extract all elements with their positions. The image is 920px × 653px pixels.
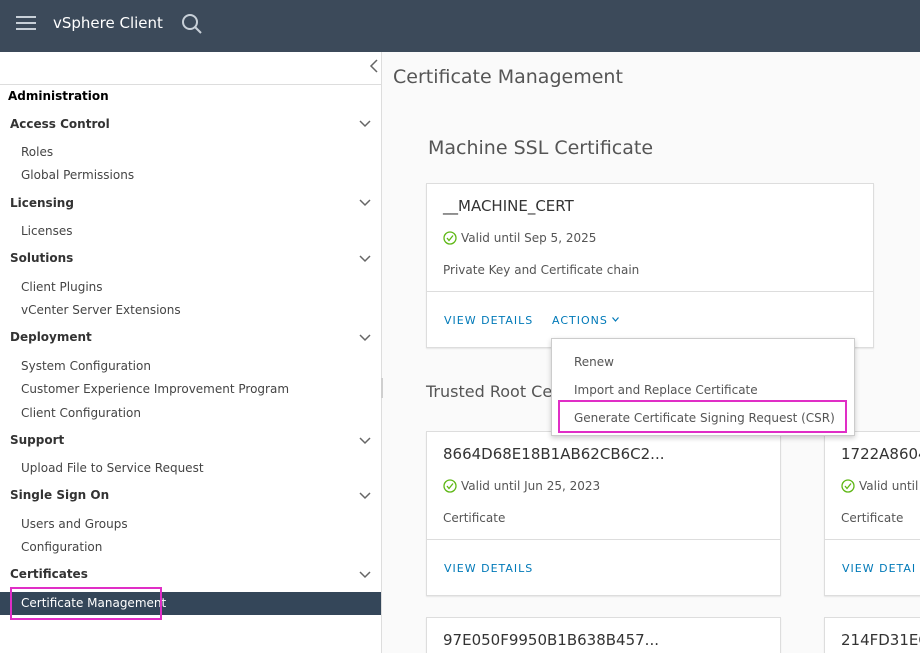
- sidebar-item-system-configuration[interactable]: System Configuration: [21, 359, 151, 373]
- sidebar-item-upload-file[interactable]: Upload File to Service Request: [21, 461, 204, 475]
- section-support[interactable]: Support: [10, 433, 64, 447]
- certificate-name: 214FD31EC: [841, 631, 920, 649]
- collapse-sidebar-icon[interactable]: [368, 58, 380, 74]
- trusted-root-card: 1722A8604 Valid until Certificate VIEW D…: [824, 431, 920, 596]
- view-details-button[interactable]: VIEW DETAI: [842, 562, 916, 575]
- actions-dropdown-menu: Renew Import and Replace Certificate Gen…: [551, 338, 855, 436]
- section-title-machine-ssl: Machine SSL Certificate: [428, 137, 654, 159]
- certificate-name: 1722A8604: [841, 445, 920, 463]
- sidebar-item-vcenter-extensions[interactable]: vCenter Server Extensions: [21, 303, 181, 317]
- section-single-sign-on[interactable]: Single Sign On: [10, 488, 109, 502]
- chevron-down-icon[interactable]: [359, 492, 371, 500]
- search-icon[interactable]: [181, 13, 203, 35]
- menu-icon[interactable]: [16, 15, 36, 33]
- actions-button[interactable]: ACTIONS: [552, 314, 620, 327]
- page-title: Certificate Management: [393, 66, 623, 88]
- sidebar-item-licenses[interactable]: Licenses: [21, 224, 73, 238]
- trusted-root-card: 8664D68E18B1AB62CB6C2... Valid until Jun…: [426, 431, 781, 596]
- top-header: vSphere Client: [0, 0, 920, 52]
- sidebar-item-users-groups[interactable]: Users and Groups: [21, 517, 128, 531]
- section-certificates[interactable]: Certificates: [10, 567, 88, 581]
- chevron-down-icon[interactable]: [359, 120, 371, 128]
- resize-handle[interactable]: [381, 378, 383, 398]
- validity-text: Valid until Jun 25, 2023: [461, 479, 601, 493]
- sidebar-item-ceip[interactable]: Customer Experience Improvement Program: [21, 382, 289, 396]
- menu-item-renew[interactable]: Renew: [574, 355, 614, 369]
- validity-text: Valid until: [859, 479, 919, 493]
- check-circle-icon: [443, 231, 457, 245]
- validity-status: Valid until: [841, 479, 918, 493]
- menu-item-import-replace[interactable]: Import and Replace Certificate: [574, 383, 758, 397]
- view-details-button[interactable]: VIEW DETAILS: [444, 314, 533, 327]
- card-divider: [427, 291, 873, 292]
- chevron-down-icon[interactable]: [359, 199, 371, 207]
- validity-status: Valid until Sep 5, 2025: [443, 231, 596, 245]
- sidebar-item-label: Certificate Management: [21, 596, 167, 610]
- section-access-control[interactable]: Access Control: [10, 117, 110, 131]
- section-deployment[interactable]: Deployment: [10, 330, 92, 344]
- sidebar-item-roles[interactable]: Roles: [21, 145, 53, 159]
- certificate-description: Certificate: [443, 511, 506, 525]
- check-circle-icon: [443, 479, 457, 493]
- section-solutions[interactable]: Solutions: [10, 251, 73, 265]
- sidebar-item-certificate-management[interactable]: Certificate Management: [0, 592, 381, 615]
- chevron-down-icon[interactable]: [359, 255, 371, 263]
- app-title[interactable]: vSphere Client: [53, 14, 163, 32]
- sidebar-item-client-plugins[interactable]: Client Plugins: [21, 280, 103, 294]
- trusted-root-card: 97E050F9950B1B638B457...: [426, 617, 781, 653]
- check-circle-icon: [841, 479, 855, 493]
- validity-text: Valid until Sep 5, 2025: [461, 231, 597, 245]
- sidebar-heading: Administration: [8, 89, 109, 103]
- validity-status: Valid until Jun 25, 2023: [443, 479, 600, 493]
- sidebar-item-global-permissions[interactable]: Global Permissions: [21, 168, 134, 182]
- chevron-down-icon[interactable]: [359, 334, 371, 342]
- chevron-down-icon[interactable]: [359, 437, 371, 445]
- actions-label: ACTIONS: [552, 314, 608, 327]
- section-title-trusted-root: Trusted Root Ce: [426, 382, 553, 401]
- certificate-description: Private Key and Certificate chain: [443, 263, 640, 277]
- certificate-name: 8664D68E18B1AB62CB6C2...: [443, 445, 665, 463]
- card-divider: [427, 539, 780, 540]
- sidebar: Administration Access Control Roles Glob…: [0, 52, 382, 653]
- machine-ssl-card: __MACHINE_CERT Valid until Sep 5, 2025 P…: [426, 183, 874, 348]
- section-licensing[interactable]: Licensing: [10, 196, 74, 210]
- view-details-button[interactable]: VIEW DETAILS: [444, 562, 533, 575]
- sidebar-item-sso-configuration[interactable]: Configuration: [21, 540, 102, 554]
- sidebar-divider: [0, 84, 381, 85]
- card-divider: [825, 539, 920, 540]
- certificate-description: Certificate: [841, 511, 904, 525]
- chevron-down-icon[interactable]: [359, 571, 371, 579]
- menu-item-generate-csr[interactable]: Generate Certificate Signing Request (CS…: [574, 411, 835, 425]
- sidebar-item-client-configuration[interactable]: Client Configuration: [21, 406, 141, 420]
- trusted-root-card: 214FD31EC: [824, 617, 920, 653]
- certificate-name: 97E050F9950B1B638B457...: [443, 631, 659, 649]
- chevron-down-icon: [612, 317, 620, 322]
- certificate-name: __MACHINE_CERT: [443, 197, 574, 215]
